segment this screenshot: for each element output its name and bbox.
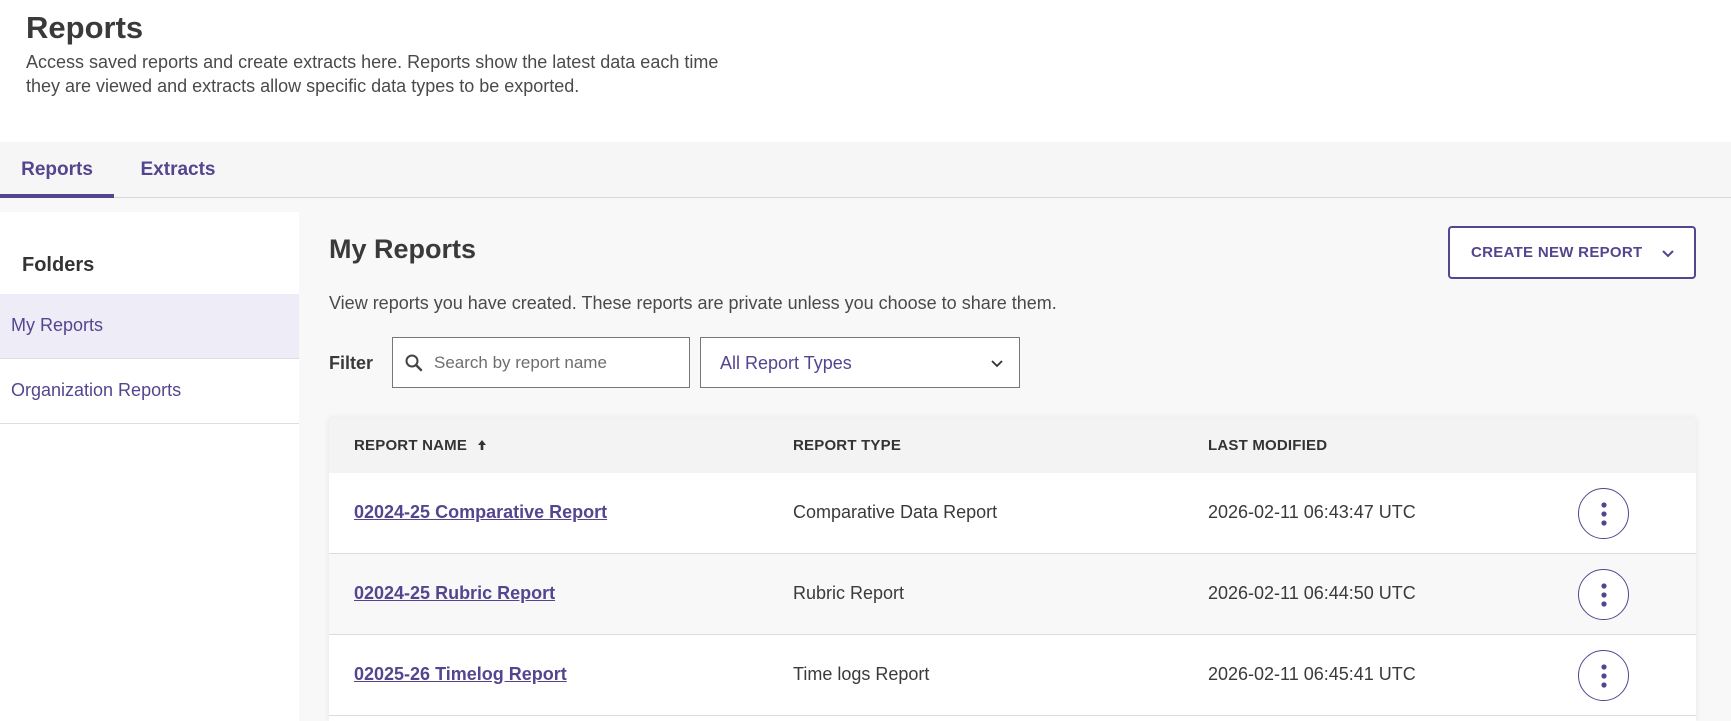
arrow-up-icon [478,440,487,450]
folders-heading: Folders [22,254,95,276]
page-header: Reports Access saved reports and create … [0,0,1731,142]
column-header-label: REPORT NAME [354,437,468,454]
sidebar-item-my-reports[interactable]: My Reports [0,294,299,359]
table-row: 02024-25 Rubric Report Rubric Report 202… [329,554,1696,635]
table-row: 02024-25 Comparative Report Comparative … [329,473,1696,554]
column-header-last-modified[interactable]: LAST MODIFIED [1208,437,1327,454]
tab-extracts[interactable]: Extracts [132,142,224,198]
report-type-select[interactable]: All Report Types [700,337,1020,388]
create-new-report-button[interactable]: CREATE NEW REPORT [1448,226,1696,279]
create-new-report-label: CREATE NEW REPORT [1471,244,1643,261]
more-vertical-icon [1601,583,1607,607]
report-type-cell: Comparative Data Report [793,502,998,522]
last-modified-cell: 2026-02-11 06:44:50 UTC [1208,583,1416,603]
row-actions-button[interactable] [1578,569,1629,620]
table-header: REPORT NAME REPORT TYPE LAST MODIFIED [329,418,1696,473]
page-description: Access saved reports and create extracts… [26,52,719,96]
more-vertical-icon [1601,664,1607,688]
column-header-report-type[interactable]: REPORT TYPE [793,437,901,454]
report-type-cell: Rubric Report [793,583,905,603]
column-header-report-name[interactable]: REPORT NAME [354,437,487,454]
search-field [392,337,690,388]
row-actions-button[interactable] [1578,488,1629,539]
sidebar-item-organization-reports[interactable]: Organization Reports [0,359,299,424]
section-title: My Reports [329,234,477,264]
report-type-cell: Time logs Report [793,664,930,684]
report-type-selected: All Report Types [720,353,852,373]
chevron-down-icon [991,360,1003,368]
chevron-down-icon [1662,250,1674,258]
last-modified-cell: 2026-02-11 06:43:47 UTC [1208,502,1416,522]
report-name-link[interactable]: 02025-26 Timelog Report [354,664,567,685]
tab-reports[interactable]: Reports [0,142,114,198]
report-name-link[interactable]: 02024-25 Comparative Report [354,502,607,523]
reports-table: REPORT NAME REPORT TYPE LAST MODIFIED 02… [329,418,1696,721]
search-input[interactable] [428,338,683,387]
folders-sidebar: Folders My Reports Organization Reports [0,212,299,721]
tab-bar: Reports Extracts [0,142,1731,198]
report-name-link[interactable]: 02024-25 Rubric Report [354,583,555,604]
filter-label: Filter [329,353,374,373]
search-icon [405,354,423,372]
table-row: 02025-26 Timelog Report Time logs Report… [329,635,1696,716]
last-modified-cell: 2026-02-11 06:45:41 UTC [1208,664,1416,684]
section-description: View reports you have created. These rep… [329,293,1057,313]
row-actions-button[interactable] [1578,650,1629,701]
page-title: Reports [26,10,144,45]
more-vertical-icon [1601,502,1607,526]
